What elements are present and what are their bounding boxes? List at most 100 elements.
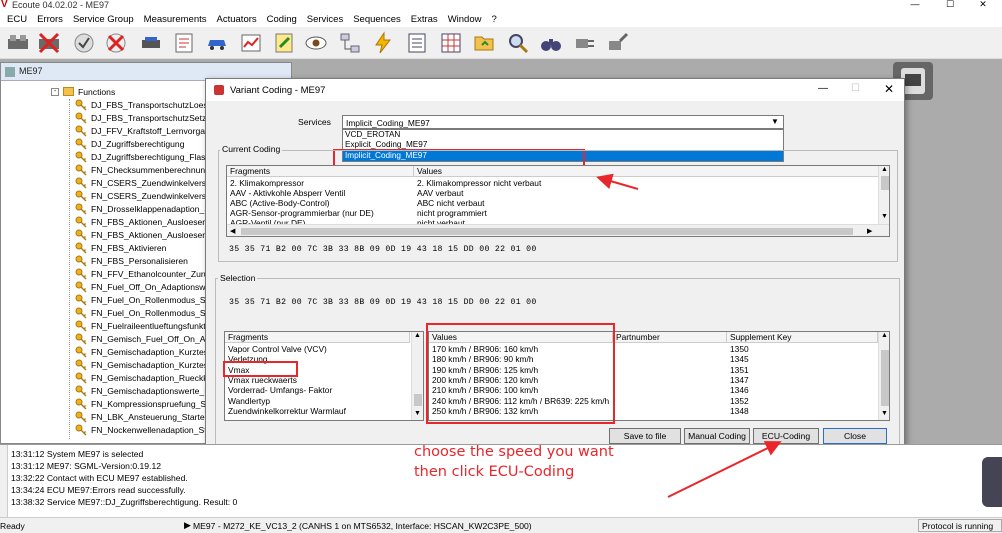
dialog-close-icon[interactable]: ✕ bbox=[884, 82, 894, 96]
table-icon[interactable] bbox=[439, 31, 463, 55]
current-coding-table[interactable]: Fragments Values 2. Klimakompressor 2. Kl… bbox=[226, 165, 890, 237]
tree-item[interactable]: FN_FBS_Aktionen_Ausloesen bbox=[1, 216, 209, 229]
tree-item[interactable]: FN_Drosselklappenadaption_S bbox=[1, 203, 209, 216]
tree-item[interactable]: DJ_FFV_Kraftstoff_Lernvorgan bbox=[1, 125, 209, 138]
fragment-item[interactable]: Wandlertyp bbox=[228, 396, 408, 406]
lightning-icon[interactable] bbox=[371, 31, 395, 55]
menu-service-group[interactable]: Service Group bbox=[68, 14, 139, 25]
network-icon[interactable] bbox=[338, 31, 362, 55]
tree-item[interactable]: FN_Kompressionspruefung_St bbox=[1, 398, 209, 411]
dialog-minimize-icon[interactable]: — bbox=[818, 83, 828, 94]
tree-item[interactable]: DJ_FBS_TransportschutzSetzer bbox=[1, 112, 209, 125]
menu-ecu[interactable]: ECU bbox=[2, 14, 32, 25]
expander-icon[interactable]: - bbox=[51, 88, 59, 96]
menu-window[interactable]: Window bbox=[443, 14, 487, 25]
clear-errors-icon[interactable] bbox=[104, 31, 128, 55]
tree-item[interactable]: FN_FBS_Aktionen_Ausloesen_ bbox=[1, 229, 209, 242]
tree-item[interactable]: FN_Gemischadaptionswerte_L bbox=[1, 385, 209, 398]
chevron-down-icon[interactable]: ▼ bbox=[881, 213, 888, 220]
panel-icon[interactable] bbox=[405, 31, 429, 55]
edit-doc-icon[interactable] bbox=[272, 31, 296, 55]
tree-item[interactable]: FN_Fuel_On_Rollenmodus_Sta bbox=[1, 294, 209, 307]
tool-icon[interactable] bbox=[139, 31, 163, 55]
tree-item[interactable]: FN_LBK_Ansteuerung_Starten bbox=[1, 411, 209, 424]
menu-coding[interactable]: Coding bbox=[262, 14, 302, 25]
plug-out-icon[interactable] bbox=[606, 31, 630, 55]
menu-measurements[interactable]: Measurements bbox=[139, 14, 212, 25]
tree-item[interactable]: FN_FBS_Personalisieren bbox=[1, 255, 209, 268]
values-header-partnumber[interactable]: Partnumber bbox=[613, 332, 727, 343]
tree-item[interactable]: FN_CSERS_Zuendwinkelverste bbox=[1, 177, 209, 190]
graph-icon[interactable] bbox=[239, 31, 263, 55]
chevron-down-icon[interactable]: ▼ bbox=[771, 117, 779, 126]
fragment-item[interactable]: Vapor Control Valve (VCV) bbox=[228, 344, 408, 354]
search-icon[interactable] bbox=[506, 31, 530, 55]
menu-help[interactable]: ? bbox=[486, 14, 501, 25]
tree-item[interactable]: FN_FBS_Aktivieren bbox=[1, 242, 209, 255]
tree-item[interactable]: DJ_Zugriffsberechtigung_Flasl bbox=[1, 151, 209, 164]
tree-item[interactable]: FN_Fuel_On_Rollenmodus_Sto bbox=[1, 307, 209, 320]
current-coding-hscroll[interactable]: ◀ ▶ bbox=[227, 224, 889, 236]
close-icon[interactable]: ✕ bbox=[968, 0, 998, 11]
tree-item[interactable]: FN_Gemischadaption_Kurztes bbox=[1, 359, 209, 372]
menu-sequences[interactable]: Sequences bbox=[348, 14, 406, 25]
chevron-down-icon[interactable]: ▼ bbox=[881, 410, 888, 417]
plug-in-icon[interactable] bbox=[573, 31, 597, 55]
services-select[interactable]: Implicit_Coding_ME97 ▼ bbox=[342, 115, 784, 129]
tree-item[interactable]: FN_Gemischadaption_Rueckk bbox=[1, 372, 209, 385]
chevron-right-icon[interactable]: ▶ bbox=[867, 227, 872, 235]
chevron-up-icon[interactable]: ▲ bbox=[881, 166, 888, 173]
current-coding-fragment: 2. Klimakompressor bbox=[230, 178, 305, 188]
menu-errors[interactable]: Errors bbox=[32, 14, 68, 25]
menu-extras[interactable]: Extras bbox=[406, 14, 443, 25]
scroll-thumb[interactable] bbox=[241, 228, 853, 235]
tree-item[interactable]: FN_FFV_Ethanolcounter_Zuruc bbox=[1, 268, 209, 281]
car-icon[interactable] bbox=[205, 31, 229, 55]
tree-item[interactable]: FN_Fuelraileentlueftungsfunkti bbox=[1, 320, 209, 333]
ecu-coding-button[interactable]: ECU-Coding bbox=[753, 428, 819, 444]
maximize-icon[interactable]: ☐ bbox=[935, 0, 965, 11]
current-coding-header-fragments[interactable]: Fragments bbox=[227, 166, 414, 177]
values-vscroll[interactable]: ▲ ▼ bbox=[878, 332, 889, 420]
chevron-down-icon[interactable]: ▼ bbox=[414, 410, 421, 417]
tree-item[interactable]: FN_Fuel_Off_On_Adaptionswe bbox=[1, 281, 209, 294]
chevron-up-icon[interactable]: ▲ bbox=[414, 332, 421, 339]
tree-item[interactable]: FN_CSERS_Zuendwinkelverste bbox=[1, 190, 209, 203]
services-option-vcd[interactable]: VCD_EROTAN bbox=[343, 130, 783, 140]
menu-services[interactable]: Services bbox=[302, 14, 348, 25]
tree-item[interactable]: DJ_FBS_TransportschutzLoese bbox=[1, 99, 209, 112]
document-icon[interactable] bbox=[172, 31, 196, 55]
minimize-icon[interactable]: — bbox=[900, 0, 930, 11]
status-bar: Ready ▶ ME97 - M272_KE_VC13_2 (CANHS 1 o… bbox=[0, 517, 1002, 533]
eye-icon[interactable] bbox=[304, 31, 328, 55]
fragment-item[interactable]: Vorderrad- Umfangs- Faktor bbox=[228, 385, 408, 395]
fragment-item[interactable]: Zuendwinkelkorrektur Warmlauf bbox=[228, 406, 408, 416]
manual-coding-button[interactable]: Manual Coding bbox=[684, 428, 750, 444]
tree-item[interactable]: FN_Gemischadaption_Kurztes bbox=[1, 346, 209, 359]
current-coding-vscroll[interactable]: ▲ ▼ bbox=[878, 166, 889, 224]
disconnect-icon[interactable] bbox=[37, 31, 61, 55]
scroll-thumb[interactable] bbox=[414, 394, 422, 406]
connect-icon[interactable] bbox=[6, 31, 30, 55]
binoculars-icon[interactable] bbox=[539, 31, 563, 55]
fragments-header[interactable]: Fragments bbox=[225, 332, 410, 343]
tree-item[interactable]: FN_Nockenwellenadaption_St bbox=[1, 424, 209, 437]
dialog-maximize-icon[interactable]: ☐ bbox=[851, 83, 860, 94]
folder-icon[interactable] bbox=[472, 31, 496, 55]
scroll-thumb[interactable] bbox=[881, 176, 889, 190]
save-to-file-button[interactable]: Save to file bbox=[609, 428, 681, 444]
chevron-left-icon[interactable]: ◀ bbox=[230, 227, 235, 235]
tree-item[interactable]: FN_Checksummenberechnun bbox=[1, 164, 209, 177]
tree-item[interactable]: FN_Gemisch_Fuel_Off_On_Ad bbox=[1, 333, 209, 346]
current-coding-header-values[interactable]: Values bbox=[414, 166, 879, 177]
menu-actuators[interactable]: Actuators bbox=[212, 14, 262, 25]
values-header-supplement[interactable]: Supplement Key bbox=[727, 332, 878, 343]
tree-item[interactable]: DJ_Zugriffsberechtigung bbox=[1, 138, 209, 151]
scroll-thumb[interactable] bbox=[881, 350, 889, 406]
check-icon[interactable] bbox=[72, 31, 96, 55]
close-button[interactable]: Close bbox=[823, 428, 887, 444]
tree-root[interactable]: - Functions bbox=[1, 86, 209, 99]
fragments-vscroll[interactable]: ▲ ▼ bbox=[411, 332, 423, 420]
chevron-up-icon[interactable]: ▲ bbox=[881, 332, 888, 339]
key-icon bbox=[75, 125, 87, 137]
